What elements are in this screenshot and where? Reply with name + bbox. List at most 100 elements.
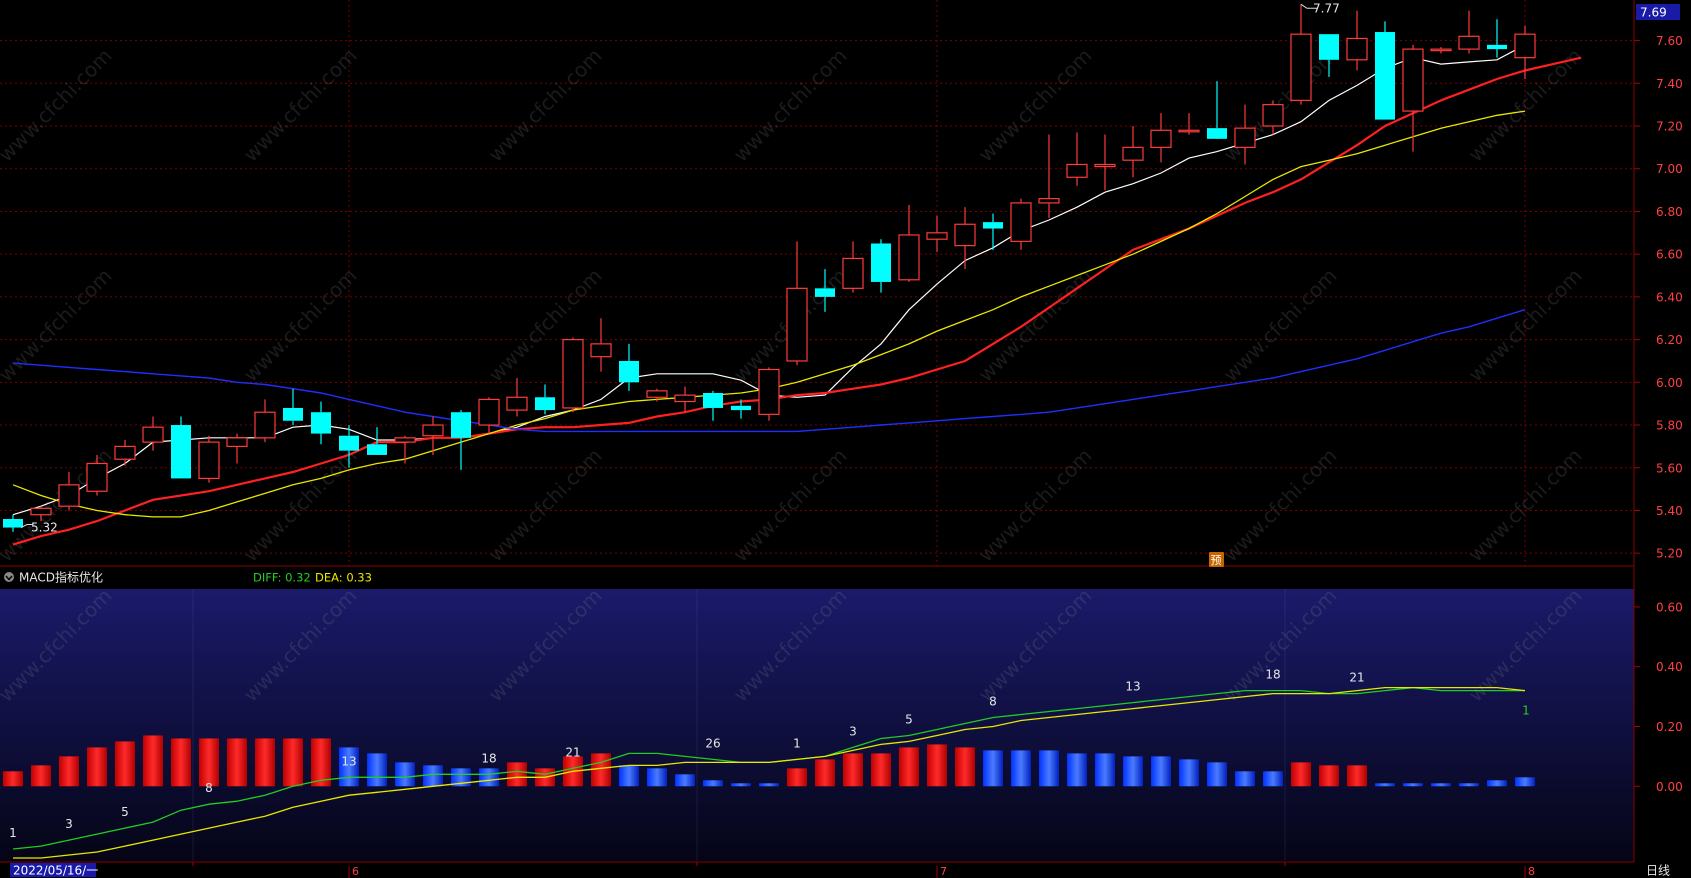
macd-bar-red (115, 741, 135, 787)
macd-bar-blue (703, 780, 723, 787)
macd-bar-blue (731, 783, 751, 787)
macd-tick-label: 0.40 (1656, 660, 1683, 674)
high-value-label: 7.77 (1313, 1, 1340, 15)
macd-tick-label: 0.60 (1656, 600, 1683, 614)
macd-bar-red (199, 738, 219, 787)
macd-header: MACD指标优化 DIFF: 0.32 DEA: 0.33 (4, 570, 372, 585)
macd-bar-blue (1403, 783, 1423, 787)
candle-body-down (535, 397, 555, 411)
macd-bar-blue (1095, 753, 1115, 787)
price-tick-label: 7.20 (1656, 120, 1683, 134)
candle-body-up (1262, 104, 1284, 127)
candle-body-up (590, 343, 612, 358)
candle[interactable] (198, 435, 220, 483)
candle-body-down (815, 288, 835, 297)
candle-body-up (226, 437, 248, 447)
candle-body-up (142, 426, 164, 443)
price-tick-label: 5.80 (1656, 419, 1683, 433)
macd-bar-blue (1207, 762, 1227, 787)
candle-body-up (842, 257, 864, 289)
macd-bar-blue (395, 762, 415, 787)
macd-bar-red (787, 768, 807, 787)
price-tick-label: 5.20 (1656, 547, 1683, 561)
candle-body-up (898, 234, 920, 281)
macd-bar-red (87, 747, 107, 787)
date-tick-label: 7 (940, 865, 947, 878)
macd-bar-blue (1459, 783, 1479, 787)
price-tick-label: 5.40 (1656, 504, 1683, 518)
candle-body-down (311, 412, 331, 434)
last-price-tag: 7.69 (1636, 4, 1680, 20)
price-tick-label: 6.60 (1656, 248, 1683, 262)
candle[interactable] (562, 337, 584, 413)
macd-bar-blue (1123, 756, 1143, 787)
candle[interactable] (1375, 21, 1395, 120)
count-label: 5 (121, 805, 129, 819)
macd-bar-blue (1515, 777, 1535, 787)
count-label: 3 (849, 724, 857, 738)
price-tick-label: 7.40 (1656, 77, 1683, 91)
price-tick-label: 6.20 (1656, 333, 1683, 347)
macd-bar-red (227, 738, 247, 787)
count-label: 18 (481, 751, 496, 765)
stock-chart: 5.20 5.40 5.60 5.80 6.00 6.20 6.40 6.60 6.80 7.00… (0, 0, 1683, 878)
macd-bar-red (3, 771, 23, 787)
count-label: 21 (565, 745, 580, 759)
candle-body-up (1402, 48, 1424, 112)
candle-body-down (871, 243, 891, 282)
macd-bar-red (255, 738, 275, 787)
macd-bar-blue (1375, 783, 1395, 787)
candle-body-up (1234, 127, 1256, 148)
count-label: 1 (793, 736, 801, 750)
macd-bar-red (1319, 765, 1339, 787)
candle-body-up (1094, 163, 1116, 168)
macd-bar-red (843, 753, 863, 787)
candle-body-up (646, 390, 668, 398)
candle-body-up (198, 441, 220, 480)
macd-bar-blue (423, 765, 443, 787)
count-label: 3 (65, 817, 73, 831)
candle-body-up (1122, 146, 1144, 161)
price-tick-label: 6.40 (1656, 290, 1683, 304)
macd-bar-blue (647, 768, 667, 787)
macd-bar-red (1291, 762, 1311, 787)
candle[interactable] (758, 367, 780, 421)
candle-body-up (114, 445, 136, 460)
period-label[interactable]: 日线 (1646, 864, 1670, 878)
macd-bar-blue (1039, 750, 1059, 787)
macd-bar-red (283, 738, 303, 787)
macd-tick-label: 0.20 (1656, 720, 1683, 734)
macd-bar-red (955, 747, 975, 787)
candle[interactable] (171, 416, 191, 479)
price-axis: 5.20 5.40 5.60 5.80 6.00 6.20 6.40 6.60 6.80 7.00… (1634, 34, 1683, 561)
candle-body-down (619, 360, 639, 383)
candle-body-up (1346, 37, 1368, 61)
candle-body-down (283, 407, 303, 421)
candle-body-up (1150, 129, 1172, 148)
candle-body-up (478, 398, 500, 426)
candle-body-up (1066, 163, 1088, 178)
macd-bar-blue (759, 783, 779, 787)
candle-body-down (1487, 44, 1507, 50)
diff-readout: DIFF: 0.32 (253, 571, 311, 585)
candle-body-down (983, 222, 1003, 229)
candle-body-down (731, 405, 751, 411)
indicator-name[interactable]: MACD指标优化 (19, 570, 103, 585)
macd-bar-red (507, 762, 527, 787)
macd-bar-red (815, 759, 835, 787)
candle-body-up (422, 424, 444, 437)
macd-bar-blue (1235, 771, 1255, 787)
macd-bar-blue (1487, 780, 1507, 787)
candle-body-down (703, 392, 723, 408)
macd-bar-blue (675, 774, 695, 787)
candle-body-up (58, 484, 80, 507)
count-label: 21 (1349, 671, 1364, 685)
candle-body-up (1514, 33, 1536, 59)
macd-bar-blue (1179, 759, 1199, 787)
candle-body-up (1038, 198, 1060, 204)
price-tick-label: 5.60 (1656, 461, 1683, 475)
candle-body-up (926, 232, 948, 240)
count-label: 13 (341, 754, 356, 768)
count-label: 8 (989, 695, 997, 709)
candle-body-up (1290, 33, 1312, 101)
